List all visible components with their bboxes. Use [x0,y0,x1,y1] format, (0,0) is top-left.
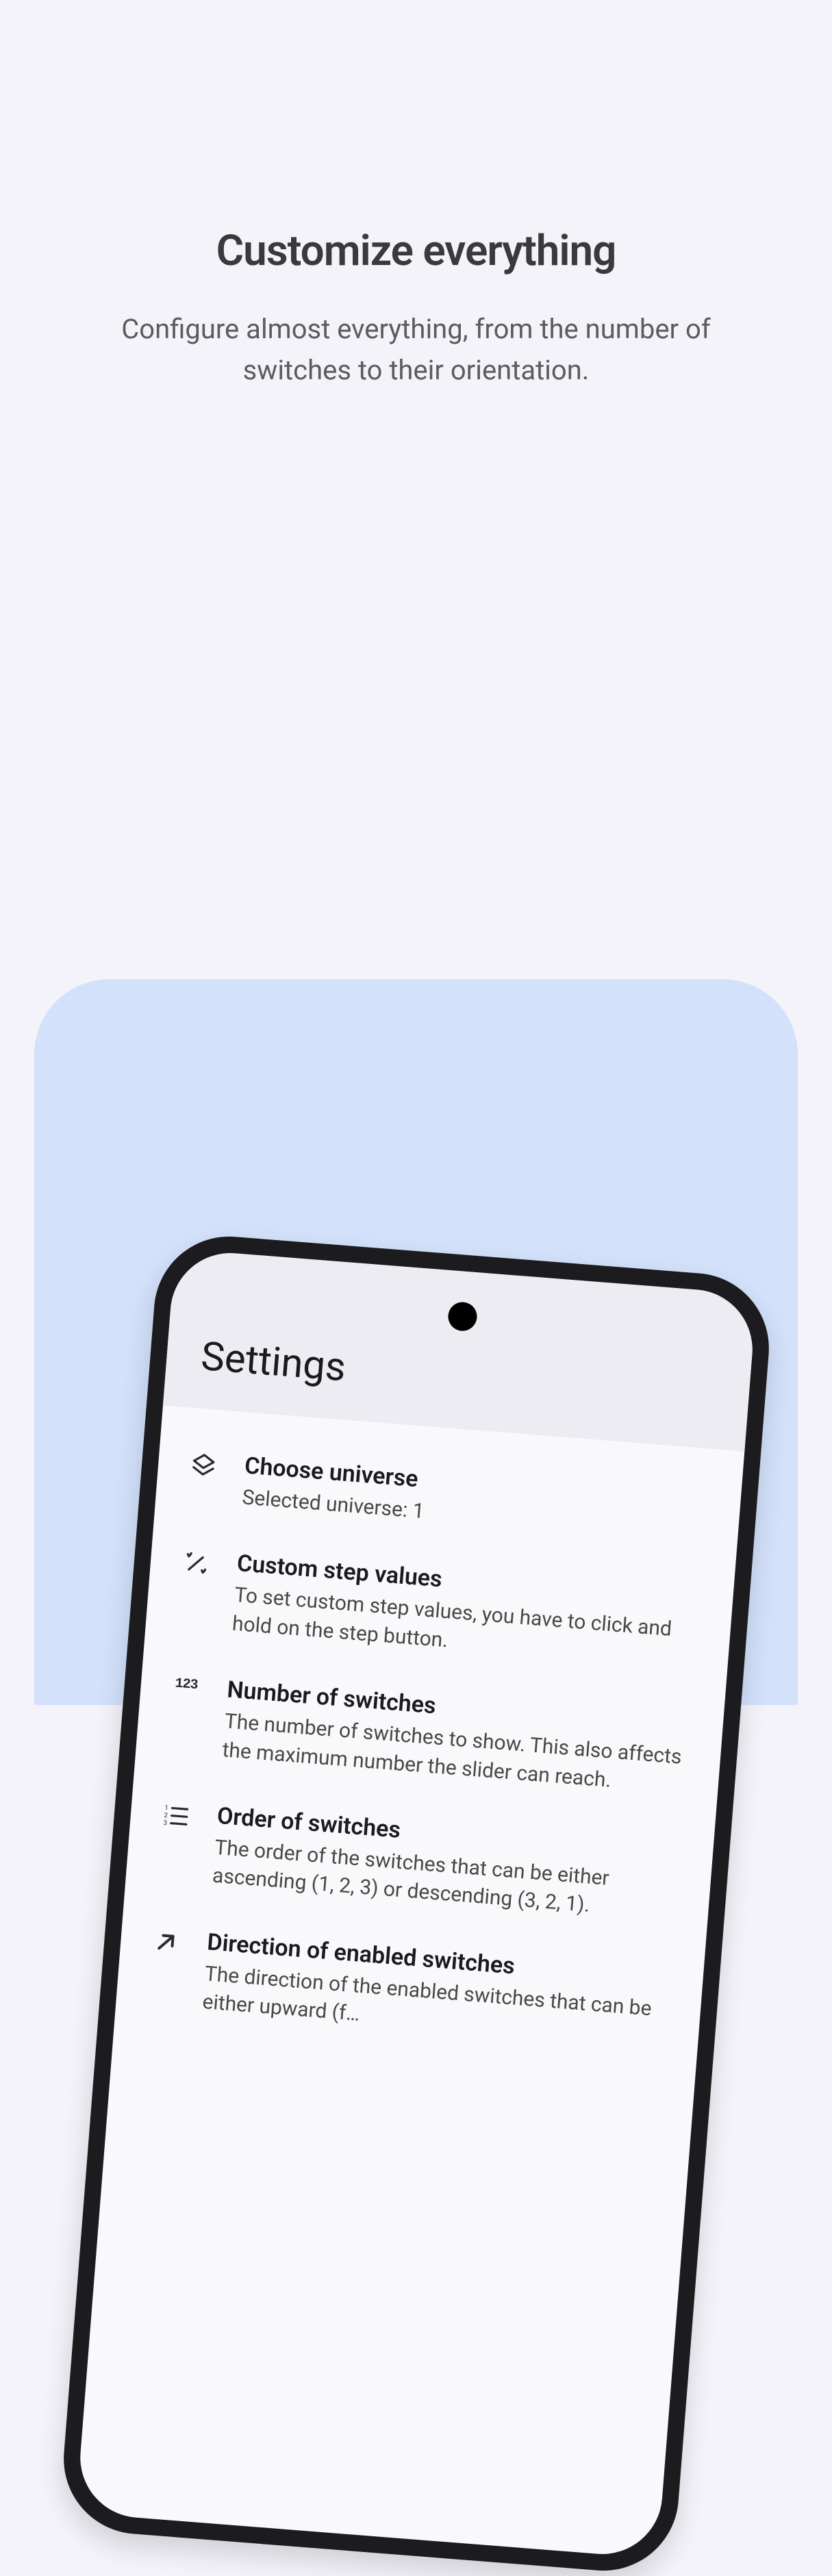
ordered-list-icon: 1 2 3 [153,1802,199,1831]
layers-icon [180,1451,226,1480]
num123-icon: 123 [164,1675,209,1694]
svg-text:2: 2 [164,1812,168,1819]
settings-list: Choose universe Selected universe: 1 Cus… [114,1406,744,2075]
svg-text:1: 1 [164,1804,168,1812]
arrow-upright-icon [143,1928,189,1957]
promo-subtitle: Configure almost everything, from the nu… [0,309,832,391]
svg-text:3: 3 [163,1819,167,1827]
promo-title: Customize everything [0,226,832,276]
phone-mockup: Settings Choose universe Selected univer… [58,1231,774,2576]
screen-title: Settings [199,1333,716,1420]
wand-icon [173,1549,218,1578]
